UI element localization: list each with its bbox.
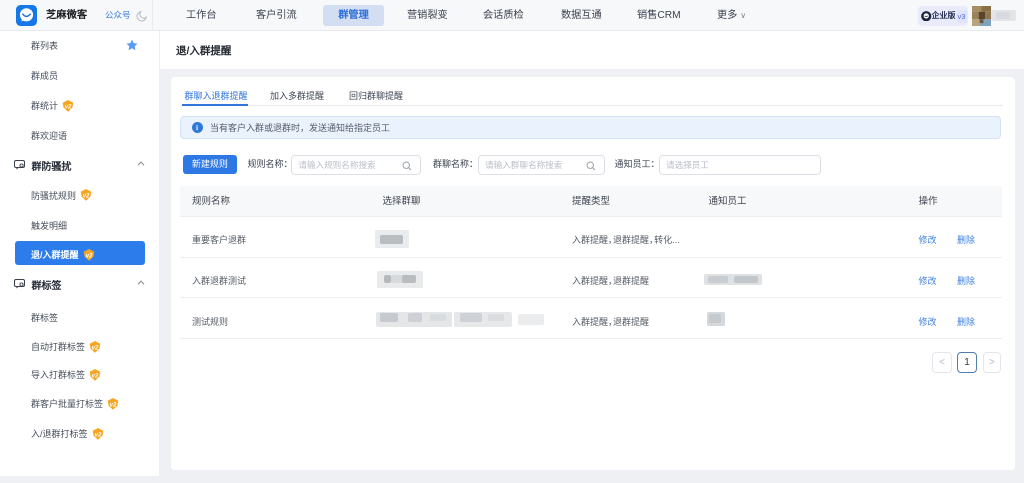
svg-text:v2: v2 <box>94 432 101 438</box>
svg-text:v2: v2 <box>110 402 117 408</box>
svg-text:v2: v2 <box>65 104 72 110</box>
svg-text:v2: v2 <box>83 193 90 199</box>
svg-text:v2: v2 <box>92 345 99 351</box>
svg-text:v2: v2 <box>92 373 99 379</box>
svg-text:v2: v2 <box>85 253 92 259</box>
